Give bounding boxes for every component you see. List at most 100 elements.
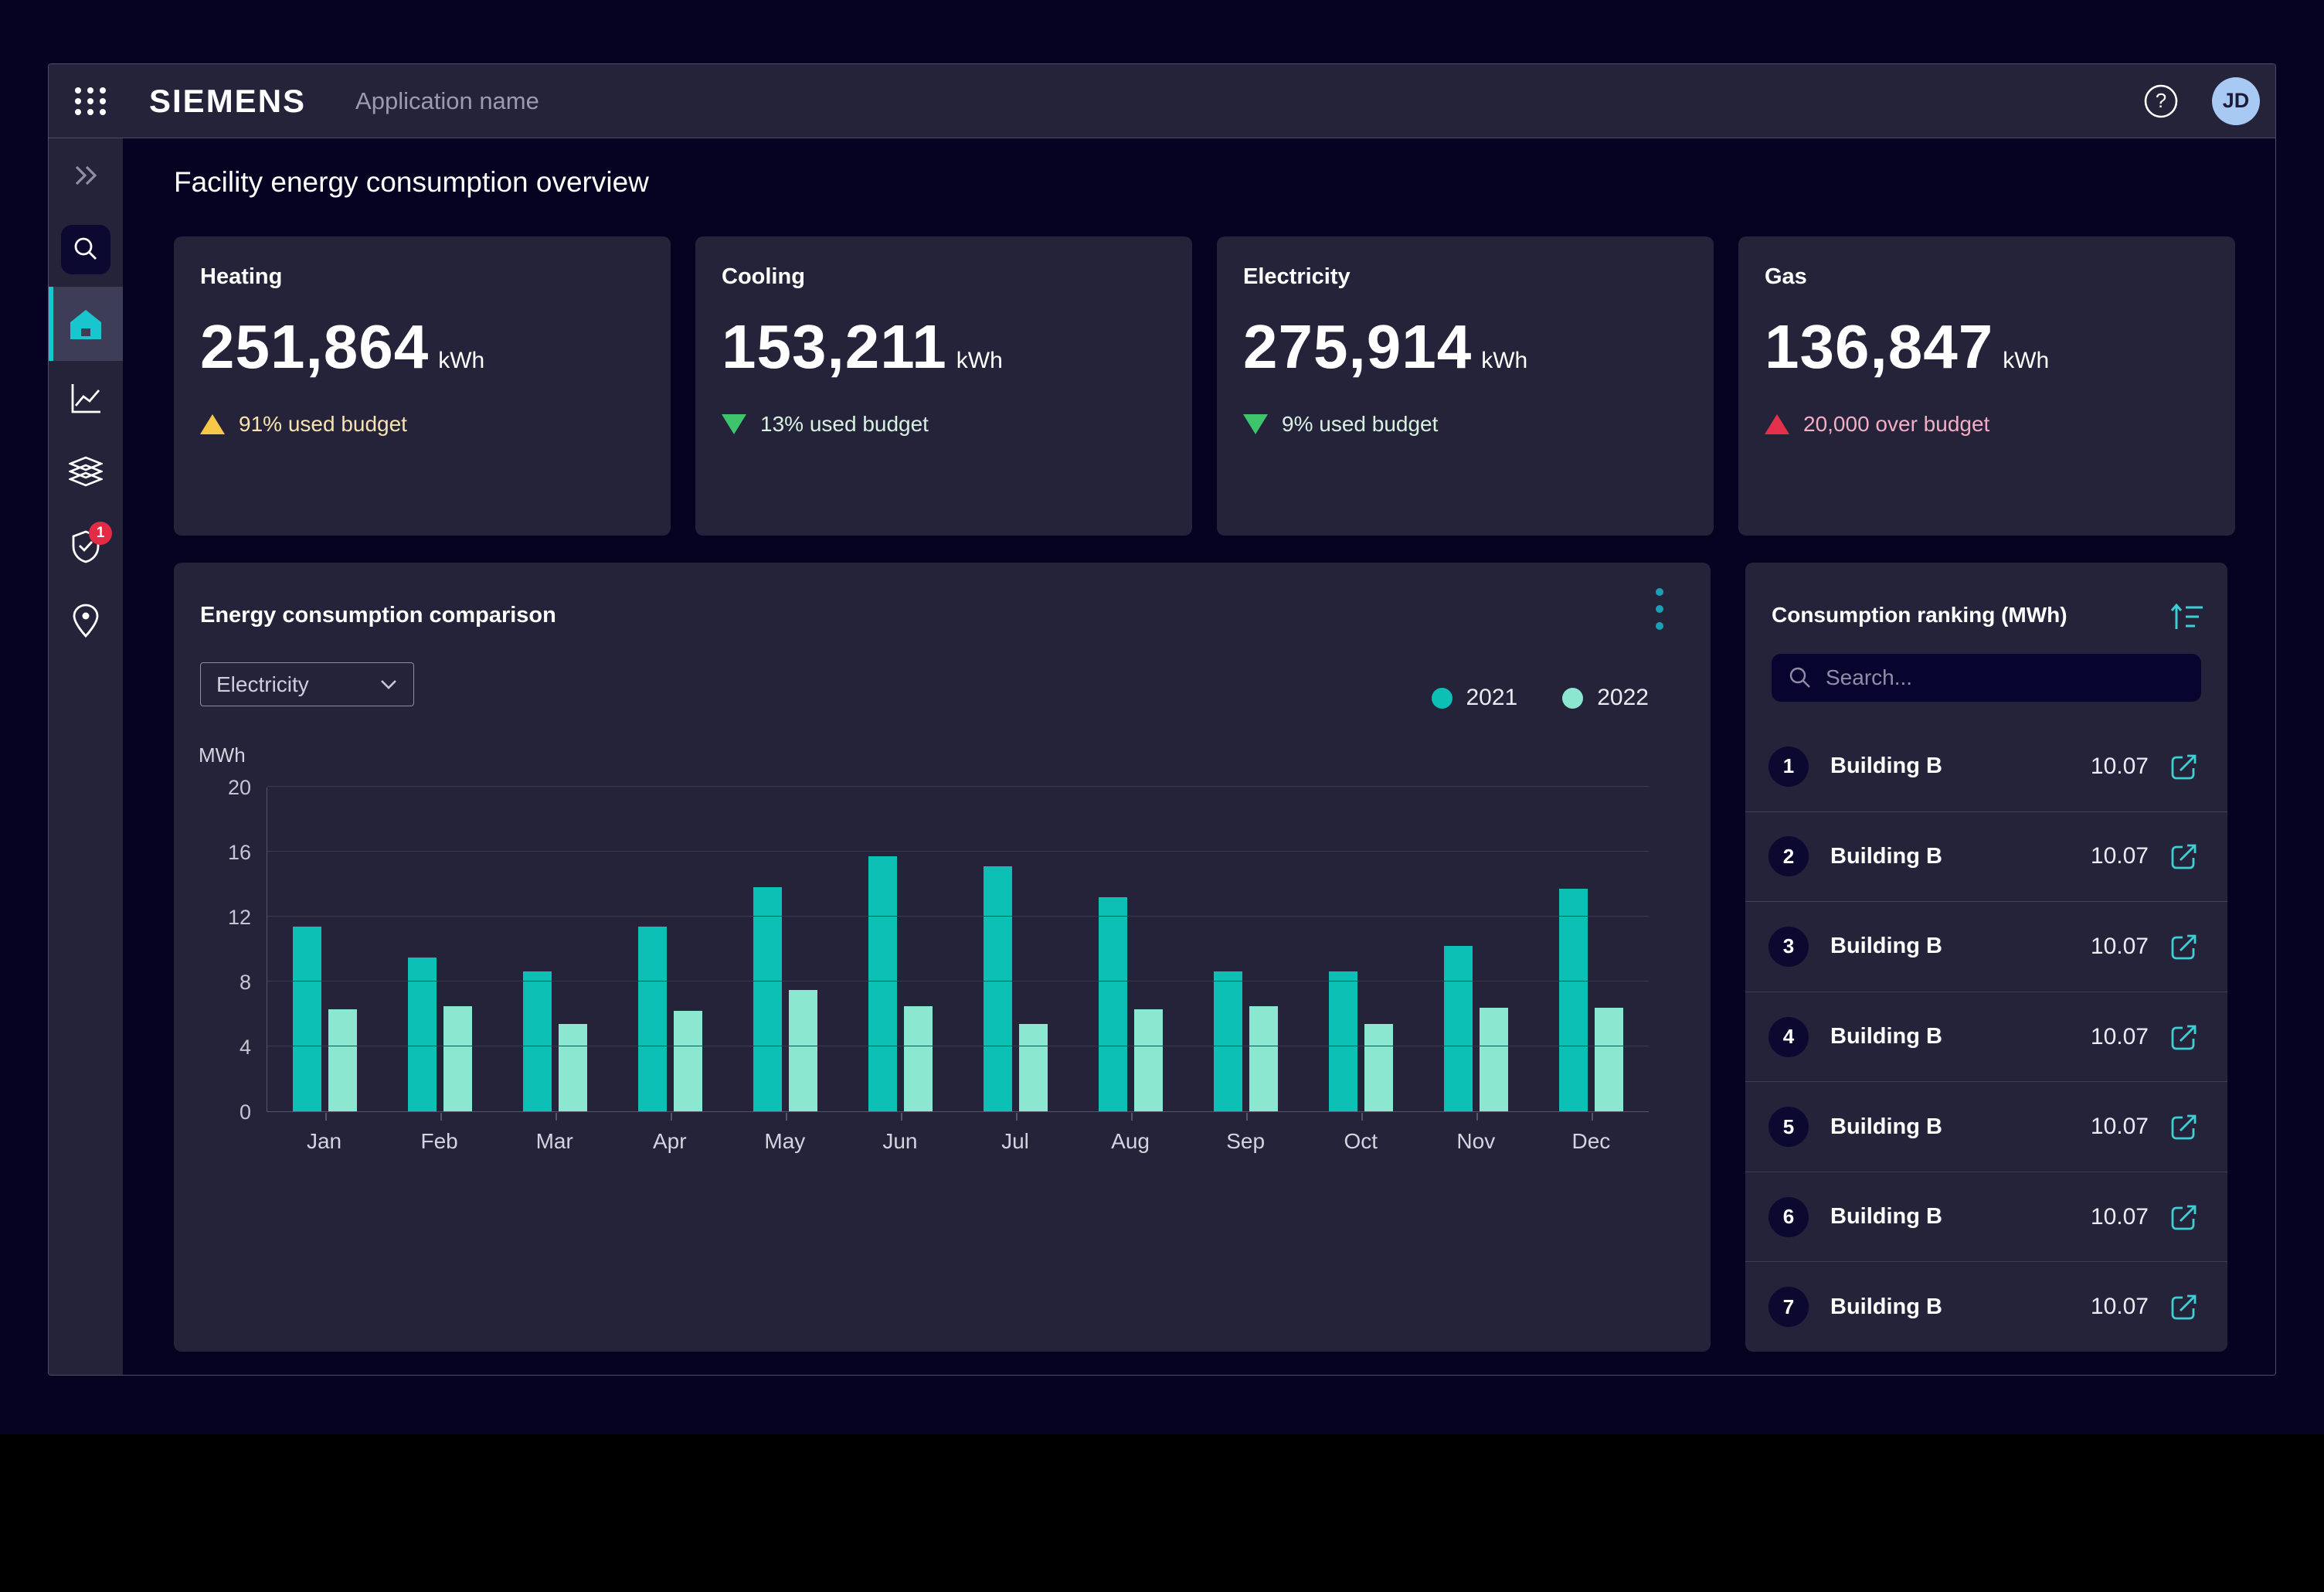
open-detail-button[interactable] [2169, 1202, 2200, 1233]
open-detail-button[interactable] [2169, 1291, 2200, 1322]
ranking-title: Consumption ranking (MWh) [1772, 603, 2067, 628]
building-name: Building B [1830, 844, 1942, 869]
open-detail-button[interactable] [2169, 751, 2200, 782]
sidebar-item-compliance[interactable]: 1 [49, 509, 123, 583]
sidebar-item-layers[interactable] [49, 435, 123, 509]
energy-type-select[interactable]: Electricity [200, 662, 414, 706]
bar-2021-nov [1444, 946, 1473, 1111]
kpi-status-text: 20,000 over budget [1803, 412, 1989, 437]
main-content: Facility energy consumption overview Hea… [123, 138, 2275, 1376]
open-detail-button[interactable] [2169, 841, 2200, 872]
bar-group-may [728, 787, 843, 1111]
ranking-row: 7 Building B 10.07 [1745, 1261, 2227, 1352]
page-title: Facility energy consumption overview [174, 166, 649, 199]
line-chart-icon [70, 383, 102, 413]
kpi-card-row: Heating 251,864 kWh 91% used budget Cool… [174, 236, 2235, 536]
bar-2022-feb [443, 1006, 472, 1112]
bar-2021-apr [638, 927, 667, 1111]
ranking-row: 2 Building B 10.07 [1745, 811, 2227, 902]
kpi-unit: kWh [1481, 348, 1527, 374]
help-icon: ? [2143, 83, 2179, 119]
bar-2022-nov [1480, 1008, 1508, 1111]
y-axis-unit-label: MWh [199, 743, 246, 767]
legend-item-2021[interactable]: 2021 [1432, 685, 1518, 711]
gridline [267, 916, 1649, 917]
kpi-label: Electricity [1243, 264, 1687, 290]
kpi-status-text: 9% used budget [1282, 412, 1438, 437]
x-axis-tick-label: Sep [1188, 1129, 1303, 1154]
legend-label: 2021 [1466, 685, 1518, 711]
x-axis-tick-label: Mar [497, 1129, 612, 1154]
open-detail-button[interactable] [2169, 1111, 2200, 1142]
kpi-unit: kWh [956, 348, 1003, 374]
sidebar-item-home[interactable] [49, 287, 123, 361]
sort-button[interactable] [2169, 598, 2206, 635]
building-name: Building B [1830, 1024, 1942, 1049]
bar-chart-plot [267, 787, 1649, 1112]
card-menu-button[interactable] [1643, 581, 1677, 640]
location-pin-icon [72, 604, 100, 638]
rank-number-badge: 5 [1768, 1107, 1809, 1147]
bar-2022-may [789, 990, 817, 1112]
bar-group-jun [843, 787, 958, 1111]
ranking-row: 5 Building B 10.07 [1745, 1081, 2227, 1172]
sidebar-item-search[interactable] [49, 213, 123, 287]
bar-group-mar [498, 787, 613, 1111]
kpi-status-text: 13% used budget [760, 412, 929, 437]
consumption-value: 10.07 [2091, 843, 2149, 869]
external-link-icon [2169, 842, 2199, 871]
bar-2022-jun [904, 1006, 933, 1112]
external-link-icon [2169, 752, 2199, 781]
external-link-icon [2169, 1292, 2199, 1322]
app-launcher-button[interactable] [72, 83, 109, 120]
y-axis-tick-label: 20 [174, 776, 251, 800]
bar-2021-jan [293, 927, 321, 1111]
open-detail-button[interactable] [2169, 1022, 2200, 1053]
bar-2021-dec [1559, 889, 1588, 1111]
bar-2022-mar [559, 1024, 587, 1111]
x-axis-tick-label: Dec [1534, 1129, 1649, 1154]
kpi-label: Cooling [722, 264, 1166, 290]
user-avatar[interactable]: JD [2212, 77, 2260, 125]
x-axis-tick-label: May [727, 1129, 842, 1154]
consumption-value: 10.07 [2091, 1114, 2149, 1140]
application-name: Application name [355, 87, 539, 115]
building-name: Building B [1830, 1204, 1942, 1230]
search-button-surface [61, 225, 110, 274]
ranking-list: 1 Building B 10.07 2 Building B 10.07 3 … [1745, 722, 2227, 1352]
bar-2021-aug [1099, 897, 1127, 1111]
kebab-menu-icon [1655, 586, 1664, 635]
kpi-value: 251,864 [200, 316, 429, 378]
open-detail-button[interactable] [2169, 931, 2200, 962]
x-axis-tick-label: Nov [1419, 1129, 1534, 1154]
search-input[interactable] [1826, 665, 2184, 690]
success-triangle-down-icon [1243, 414, 1268, 434]
sidebar-nav: 1 [49, 138, 123, 1376]
home-icon [69, 308, 103, 339]
bar-group-nov [1419, 787, 1534, 1111]
x-axis-tick-label: Jul [957, 1129, 1072, 1154]
y-axis-tick-label: 0 [174, 1100, 251, 1124]
legend-dot-icon [1432, 688, 1452, 709]
kpi-label: Heating [200, 264, 644, 290]
bar-group-aug [1073, 787, 1188, 1111]
legend-item-2022[interactable]: 2022 [1562, 685, 1649, 711]
bar-2021-mar [523, 971, 552, 1111]
chevron-down-icon [379, 679, 398, 691]
bar-2021-jul [984, 866, 1012, 1111]
sidebar-item-collapse[interactable] [49, 138, 123, 213]
sidebar-item-locations[interactable] [49, 583, 123, 658]
kpi-card-gas: Gas 136,847 kWh 20,000 over budget [1738, 236, 2235, 536]
kpi-value: 153,211 [722, 316, 947, 378]
siemens-logo: SIEMENS [149, 83, 306, 120]
double-chevron-right-icon [70, 164, 101, 187]
rank-number-badge: 1 [1768, 747, 1809, 787]
gridline [267, 851, 1649, 852]
sidebar-item-analytics[interactable] [49, 361, 123, 435]
bar-2022-dec [1595, 1008, 1623, 1111]
ranking-row: 1 Building B 10.07 [1745, 722, 2227, 811]
kpi-unit: kWh [2003, 348, 2049, 374]
y-axis-tick-label: 8 [174, 971, 251, 995]
bar-2022-jul [1019, 1024, 1048, 1111]
help-button[interactable]: ? [2141, 81, 2181, 121]
